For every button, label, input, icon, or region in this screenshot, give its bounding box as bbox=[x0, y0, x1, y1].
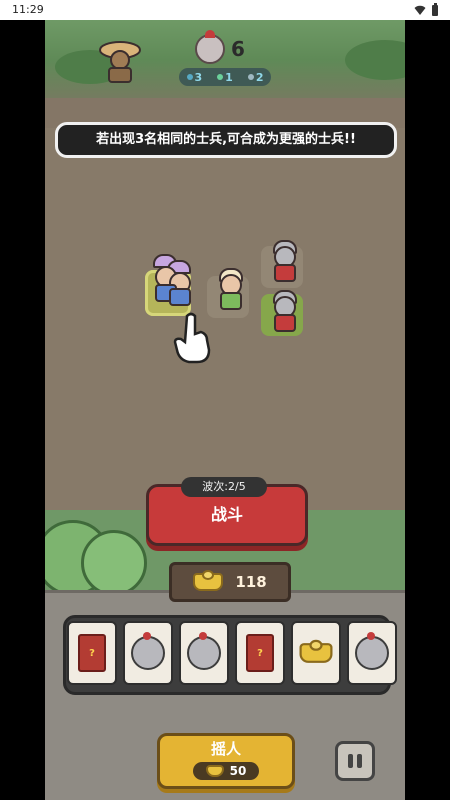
gold-display: 118 bbox=[169, 562, 291, 602]
knight-card-icon bbox=[355, 632, 389, 670]
wave-indicator: 波次:2/5 bbox=[181, 477, 267, 497]
merge-tip-banner: 若出现3名相同的士兵,可合成为更强的士兵!! bbox=[55, 122, 397, 158]
knight-card-icon bbox=[131, 632, 165, 670]
bottom-panel: ? ? 摇人 50 bbox=[45, 590, 405, 800]
pause-icon bbox=[348, 754, 353, 768]
archer-icon bbox=[217, 74, 224, 80]
card-slot[interactable] bbox=[123, 621, 173, 685]
card-slot[interactable] bbox=[347, 621, 397, 685]
knight-avatar-icon bbox=[195, 30, 225, 64]
card-slot[interactable]: ? bbox=[67, 621, 117, 685]
kill-stat: 1 bbox=[217, 71, 233, 84]
shake-recruit-button[interactable]: 摇人 50 bbox=[157, 733, 295, 789]
gold-ingot-icon bbox=[299, 639, 333, 663]
soldier-counter: 6 bbox=[195, 30, 245, 64]
card-slot[interactable]: ? bbox=[235, 621, 285, 685]
game-screen: 6 3 1 2 若出现3名相同的士兵,可合成为更强的士兵!! 波次:2/5 战斗… bbox=[45, 20, 405, 800]
knight-card-icon bbox=[187, 632, 221, 670]
enemy-scout-icon bbox=[99, 41, 141, 83]
gold-ingot-icon bbox=[193, 570, 224, 591]
gold-amount: 118 bbox=[235, 573, 267, 591]
shake-cost: 50 bbox=[193, 762, 259, 780]
gold-ingot-icon bbox=[205, 765, 224, 777]
blue-orb-icon bbox=[186, 74, 193, 80]
shake-cost-value: 50 bbox=[229, 764, 247, 778]
mystery-card-icon: ? bbox=[78, 634, 106, 672]
status-time: 11:29 bbox=[12, 3, 44, 16]
pause-button[interactable] bbox=[335, 741, 375, 781]
status-icons bbox=[414, 2, 438, 16]
card-slot[interactable] bbox=[291, 621, 341, 685]
status-bar: 11:29 bbox=[0, 0, 450, 20]
kill-stat: 2 bbox=[247, 71, 263, 84]
soldier-count: 6 bbox=[231, 37, 245, 61]
kill-counter-bar: 3 1 2 bbox=[179, 68, 271, 86]
sword-icon bbox=[247, 74, 254, 80]
bush bbox=[345, 40, 405, 80]
shake-button-label: 摇人 bbox=[210, 740, 241, 758]
wifi-icon bbox=[414, 5, 426, 15]
card-slot[interactable] bbox=[179, 621, 229, 685]
tree bbox=[81, 530, 147, 596]
mystery-card-icon: ? bbox=[246, 634, 274, 672]
battery-icon bbox=[432, 2, 438, 16]
tutorial-hand-pointer-icon bbox=[173, 312, 211, 364]
pause-icon bbox=[357, 754, 362, 768]
card-list: ? ? bbox=[67, 621, 397, 685]
kill-stat: 3 bbox=[186, 71, 202, 84]
